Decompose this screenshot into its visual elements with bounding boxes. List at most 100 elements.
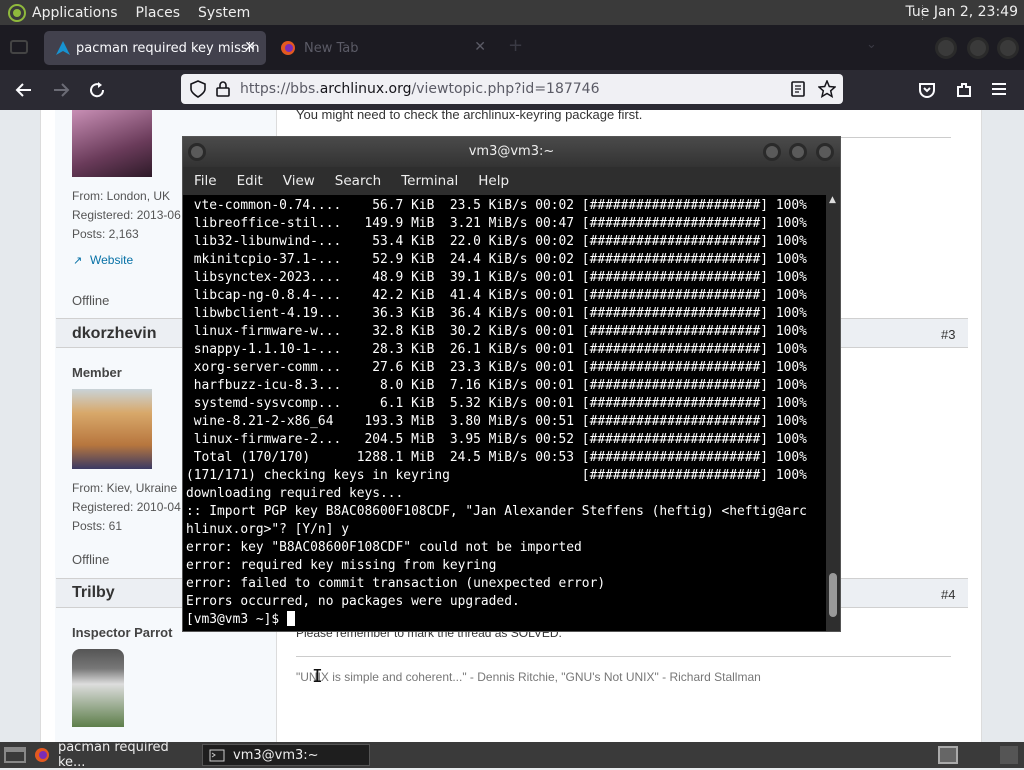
extensions-icon[interactable] [955, 81, 973, 99]
list-all-tabs-icon[interactable]: ⌄ [866, 37, 877, 52]
user-location: From: London, UK [72, 189, 171, 203]
terminal-window[interactable]: vm3@vm3:~ File Edit View Search Terminal… [182, 136, 841, 632]
reload-icon[interactable] [88, 81, 106, 99]
trash-icon[interactable] [1000, 746, 1018, 764]
terminal-output[interactable]: vte-common-0.74.... 56.7 KiB 23.5 KiB/s … [183, 195, 824, 631]
user-avatar [72, 110, 152, 177]
terminal-line: [vm3@vm3 ~]$ [186, 611, 824, 629]
close-window-icon[interactable] [997, 37, 1019, 59]
user-status: Offline [72, 552, 110, 567]
top-panel: Applications Places System Tue Jan 2, 23… [0, 0, 1024, 25]
user-rank: Member [72, 365, 122, 380]
tab-pacman[interactable]: pacman required key missin ✕ [44, 31, 266, 65]
post-author-name[interactable]: dkorzhevin [72, 325, 156, 343]
tab-close-icon[interactable]: ✕ [244, 39, 256, 55]
terminal-line: snappy-1.1.10-1-... 28.3 KiB 26.1 KiB/s … [186, 342, 807, 357]
external-link-icon: ↗ [73, 254, 83, 267]
workspace-switcher-icon[interactable] [938, 746, 958, 764]
reader-view-icon[interactable] [791, 81, 805, 97]
bookmark-star-icon[interactable] [818, 80, 836, 98]
url-domain: archlinux.org [319, 81, 412, 97]
menu-terminal[interactable]: Terminal [401, 173, 458, 189]
terminal-line: error: key "B8AC08600F108CDF" could not … [186, 540, 582, 555]
tab-overview-icon[interactable] [10, 39, 28, 55]
terminal-line: harfbuzz-icu-8.3... 8.0 KiB 7.16 KiB/s 0… [186, 378, 807, 393]
close-icon[interactable] [816, 143, 834, 161]
taskbar-item-terminal[interactable]: vm3@vm3:~ [202, 744, 370, 766]
user-rank: Inspector Parrot [72, 625, 173, 640]
applications-menu[interactable]: Applications [32, 5, 118, 21]
menu-view[interactable]: View [283, 173, 315, 189]
user-posts: Posts: 61 [72, 519, 123, 533]
forward-arrow-icon[interactable] [52, 82, 70, 98]
terminal-line: error: failed to commit transaction (une… [186, 576, 606, 591]
firefox-icon [281, 41, 295, 55]
tab-label: New Tab [304, 40, 359, 56]
back-arrow-icon[interactable] [15, 82, 33, 98]
hamburger-menu-icon[interactable] [991, 82, 1007, 96]
terminal-line: error: required key missing from keyring [186, 558, 497, 573]
user-status: Offline [72, 293, 110, 308]
terminal-line: (171/171) checking keys in keyring [####… [186, 468, 807, 483]
window-menu-icon[interactable] [188, 143, 206, 161]
system-menu[interactable]: System [198, 5, 250, 21]
scroll-up-icon[interactable]: ▲ [829, 195, 836, 205]
distro-logo-icon[interactable] [8, 3, 26, 22]
new-tab-plus-icon[interactable]: + [508, 35, 523, 56]
scrollbar-thumb[interactable] [829, 573, 837, 617]
firefox-icon [35, 748, 49, 762]
menu-search[interactable]: Search [335, 173, 381, 189]
places-menu[interactable]: Places [136, 5, 181, 21]
arch-logo-icon [56, 41, 70, 55]
signature: "UNIX is simple and coherent..." - Denni… [296, 670, 761, 684]
menu-file[interactable]: File [194, 173, 217, 189]
menu-edit[interactable]: Edit [237, 173, 263, 189]
terminal-line: libreoffice-stil... 149.9 MiB 3.21 MiB/s… [186, 216, 807, 231]
minimize-icon[interactable] [763, 143, 781, 161]
terminal-line: xorg-server-comm... 27.6 KiB 23.3 KiB/s … [186, 360, 807, 375]
tab-close-icon[interactable]: ✕ [474, 39, 486, 55]
post-number-link[interactable]: #3 [941, 327, 955, 342]
website-link[interactable]: Website [90, 253, 133, 267]
bottom-taskbar: pacman required ke... vm3@vm3:~ [0, 740, 1024, 770]
taskbar-label: vm3@vm3:~ [233, 747, 319, 763]
terminal-line: :: Import PGP key B8AC08600F108CDF, "Jan… [186, 504, 807, 519]
tab-strip: pacman required key missin ✕ New Tab ✕ +… [0, 25, 1024, 70]
minimize-icon[interactable] [935, 37, 957, 59]
terminal-title-bar[interactable]: vm3@vm3:~ [183, 137, 840, 167]
tab-label: pacman required key missin [76, 40, 260, 56]
pocket-icon[interactable] [918, 81, 936, 99]
terminal-scrollbar[interactable]: ▲ [826, 195, 840, 631]
terminal-title: vm3@vm3:~ [468, 144, 555, 159]
text-cursor-icon: I [312, 666, 323, 687]
post-number-link[interactable]: #4 [941, 587, 955, 602]
terminal-cursor [286, 611, 295, 626]
maximize-icon[interactable] [789, 143, 807, 161]
divider [296, 656, 951, 657]
tracking-protection-shield-icon[interactable] [190, 80, 206, 98]
maximize-icon[interactable] [967, 37, 989, 59]
taskbar-label: pacman required ke... [57, 740, 169, 770]
user-avatar [72, 649, 124, 727]
post-author-name[interactable]: Trilby [72, 584, 115, 602]
taskbar-item-firefox[interactable]: pacman required ke... [34, 740, 200, 770]
menu-help[interactable]: Help [478, 173, 509, 189]
lock-icon[interactable] [216, 81, 230, 97]
terminal-menu-bar: File Edit View Search Terminal Help [183, 167, 840, 195]
terminal-line: systemd-sysvcomp... 6.1 KiB 5.32 KiB/s 0… [186, 396, 807, 411]
terminal-line: downloading required keys... [186, 486, 404, 501]
terminal-line: Errors occurred, no packages were upgrad… [186, 594, 520, 609]
user-location: From: Kiev, Ukraine [72, 481, 178, 495]
url-path: /viewtopic.php?id=187746 [411, 81, 600, 97]
show-desktop-icon[interactable] [4, 747, 26, 763]
tab-new-tab[interactable]: New Tab ✕ [274, 31, 496, 65]
user-registered: Registered: 2013-06 [72, 208, 181, 222]
terminal-line: lib32-libunwind-... 53.4 KiB 22.0 KiB/s … [186, 234, 807, 249]
post-text: You might need to check the archlinux-ke… [296, 107, 643, 122]
terminal-icon [209, 749, 225, 761]
url-bar[interactable]: https://bbs. archlinux.org/viewtopic.php?… [181, 74, 843, 104]
user-posts: Posts: 2,163 [72, 227, 139, 241]
terminal-line: mkinitcpio-37.1-... 52.9 KiB 24.4 KiB/s … [186, 252, 807, 267]
clock[interactable]: Tue Jan 2, 23:49 [905, 4, 1018, 20]
terminal-line: wine-8.21-2-x86_64 193.3 MiB 3.80 MiB/s … [186, 414, 807, 429]
